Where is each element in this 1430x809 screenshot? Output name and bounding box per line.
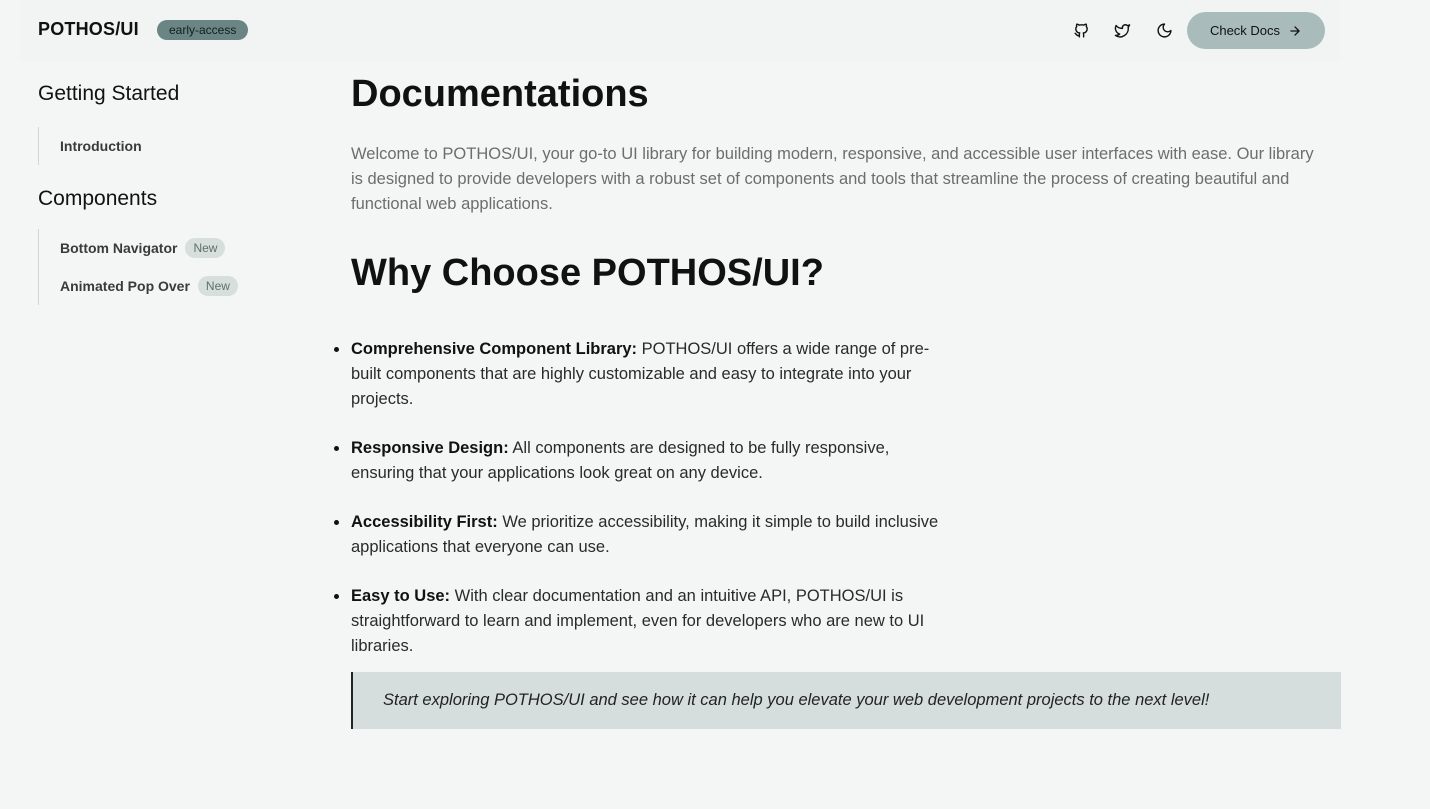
list-item: Comprehensive Component Library: POTHOS/… bbox=[334, 337, 951, 412]
sidebar-section-components: Components bbox=[38, 187, 158, 210]
logo[interactable]: POTHOS/UI bbox=[38, 19, 139, 40]
new-badge: New bbox=[197, 276, 238, 296]
new-badge: New bbox=[185, 238, 226, 258]
blockquote: Start exploring POTHOS/UI and see how it… bbox=[351, 672, 1341, 729]
feature-title: Easy to Use: bbox=[351, 587, 451, 605]
top-header: POTHOS/UI early-access Check Docs bbox=[20, 0, 1340, 62]
sidebar-item-label: Introduction bbox=[60, 138, 142, 154]
moon-icon[interactable] bbox=[1153, 19, 1175, 41]
early-access-badge: early-access bbox=[157, 20, 249, 40]
list-item: Easy to Use: With clear documentation an… bbox=[334, 584, 951, 659]
sidebar-item-label: Animated Pop Over bbox=[60, 278, 190, 294]
features-list: Comprehensive Component Library: POTHOS/… bbox=[334, 337, 951, 659]
list-item: Responsive Design: All components are de… bbox=[334, 436, 951, 486]
arrow-right-icon bbox=[1290, 25, 1300, 36]
sidebar-group-components: Bottom Navigator New Animated Pop Over N… bbox=[38, 229, 298, 305]
github-icon[interactable] bbox=[1070, 19, 1092, 41]
sidebar-item-introduction[interactable]: Introduction bbox=[39, 127, 298, 165]
sidebar-item-animated-pop-over[interactable]: Animated Pop Over New bbox=[39, 267, 298, 305]
feature-title: Responsive Design: bbox=[351, 439, 509, 457]
feature-title: Comprehensive Component Library: bbox=[351, 340, 638, 358]
check-docs-button[interactable]: Check Docs bbox=[1187, 12, 1325, 49]
why-choose-heading: Why Choose POTHOS/UI? bbox=[351, 252, 824, 294]
sidebar: Getting Started Introduction Components … bbox=[38, 82, 298, 319]
list-item: Accessibility First: We prioritize acces… bbox=[334, 510, 951, 560]
quote-text: Start exploring POTHOS/UI and see how it… bbox=[383, 691, 1210, 709]
sidebar-item-label: Bottom Navigator bbox=[60, 240, 178, 256]
sidebar-section-getting-started: Getting Started bbox=[38, 82, 180, 105]
check-docs-label: Check Docs bbox=[1209, 23, 1281, 38]
sidebar-item-bottom-navigator[interactable]: Bottom Navigator New bbox=[39, 229, 298, 267]
twitter-icon[interactable] bbox=[1111, 19, 1133, 41]
sidebar-group-getting-started: Introduction bbox=[38, 127, 298, 165]
feature-title: Accessibility First: bbox=[351, 513, 498, 531]
intro-paragraph: Welcome to POTHOS/UI, your go-to UI libr… bbox=[351, 145, 1314, 213]
page-title: Documentations bbox=[351, 73, 649, 115]
main-content: Documentations Welcome to POTHOS/UI, you… bbox=[334, 70, 1341, 729]
